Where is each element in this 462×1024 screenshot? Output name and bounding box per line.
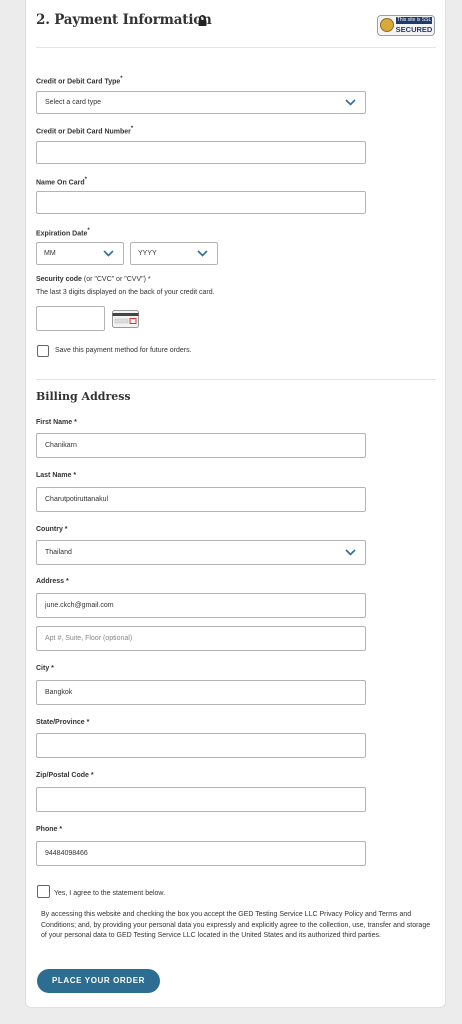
ssl-secured-badge[interactable]: This site is SSL SECURED: [377, 15, 435, 36]
checkout-card: 2. Payment Information This site is SSL …: [25, 0, 446, 1008]
place-order-button[interactable]: PLACE YOUR ORDER: [37, 969, 160, 993]
address-label: Address *: [36, 578, 69, 585]
security-code-label: Security code (or "CVC" or "CVV") *: [36, 276, 151, 283]
first-name-input[interactable]: Chanikarn: [36, 433, 366, 458]
credit-card-back-icon: [112, 310, 139, 328]
agree-terms-label: Yes, I agree to the statement below.: [54, 890, 166, 897]
zip-code-input[interactable]: [36, 787, 366, 812]
legal-consent-text: By accessing this website and checking t…: [41, 911, 431, 939]
expiration-year-select[interactable]: YYYY: [130, 242, 218, 265]
chevron-down-icon: [103, 250, 114, 257]
city-input[interactable]: Bangkok: [36, 680, 366, 705]
save-payment-label: Save this payment method for future orde…: [55, 347, 192, 354]
chevron-down-icon: [345, 99, 356, 106]
lock-icon: [198, 15, 207, 26]
chevron-down-icon: [197, 250, 208, 257]
card-type-selected-value: Select a card type: [45, 99, 102, 106]
section-divider: [36, 379, 436, 380]
agree-terms-checkbox[interactable]: [37, 885, 50, 898]
state-province-input[interactable]: [36, 733, 366, 758]
phone-input[interactable]: 94484098466: [36, 841, 366, 866]
expiration-year-value: YYYY: [138, 250, 157, 257]
chevron-down-icon: [345, 549, 356, 556]
security-code-help-text: The last 3 digits displayed on the back …: [36, 289, 215, 296]
ssl-badge-top-text: This site is SSL: [396, 17, 432, 24]
country-select[interactable]: Thailand: [36, 540, 366, 565]
security-code-input[interactable]: [36, 306, 105, 331]
ssl-badge-secured-text: SECURED: [395, 25, 433, 34]
expiration-month-value: MM: [44, 250, 56, 257]
ssl-seal-icon: [380, 18, 394, 32]
phone-label: Phone *: [36, 826, 63, 833]
first-name-label: First Name *: [36, 419, 77, 426]
address-line1-input[interactable]: june.ckch@gmail.com: [36, 593, 366, 618]
state-province-label: State/Province *: [36, 719, 90, 726]
name-on-card-input[interactable]: [36, 191, 366, 214]
card-number-input[interactable]: [36, 141, 366, 164]
country-selected-value: Thailand: [45, 549, 72, 556]
card-number-label: Credit or Debit Card Number*: [36, 126, 134, 136]
address-line2-placeholder: Apt #, Suite, Floor (optional): [45, 635, 133, 642]
country-label: Country *: [36, 526, 68, 533]
name-on-card-label: Name On Card*: [36, 177, 87, 187]
save-payment-checkbox[interactable]: [37, 345, 49, 357]
zip-code-label: Zip/Postal Code *: [36, 772, 94, 779]
city-label: City *: [36, 665, 54, 672]
card-type-label: Credit or Debit Card Type*: [36, 76, 123, 86]
card-type-select[interactable]: Select a card type: [36, 91, 366, 114]
header-divider: [36, 47, 436, 48]
address-line2-input[interactable]: Apt #, Suite, Floor (optional): [36, 626, 366, 651]
last-name-label: Last Name *: [36, 472, 77, 479]
payment-section-title: 2. Payment Information: [36, 12, 212, 28]
billing-address-title: Billing Address: [36, 390, 131, 403]
expiration-date-label: Expiration Date*: [36, 228, 90, 238]
expiration-month-select[interactable]: MM: [36, 242, 124, 265]
last-name-input[interactable]: Charutpotiruttanakul: [36, 487, 366, 512]
